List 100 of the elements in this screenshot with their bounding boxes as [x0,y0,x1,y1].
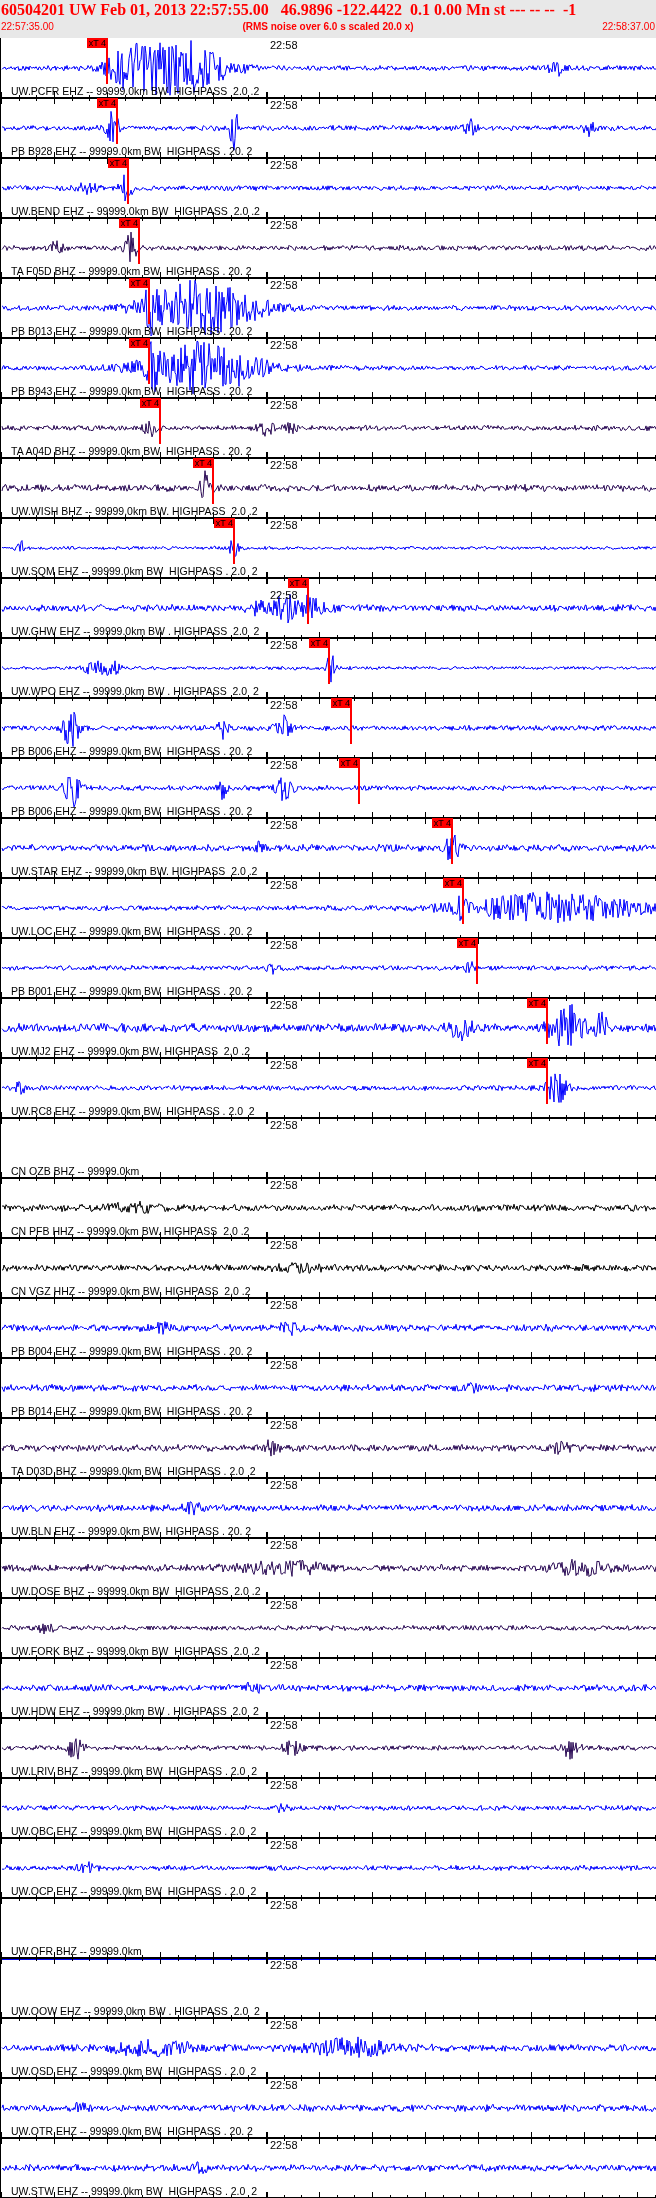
channel-label: PB B004 EHZ -- 99999.0km BW HIGHPASS . 20. 2 [11,1345,253,1357]
channel-label: PB B001 EHZ -- 99999.0km BW HIGHPASS . 20. 2 [11,985,253,997]
pick-line [462,888,464,924]
start-time: 22:57:35.00 [1,20,54,34]
pick-flag[interactable]: xT 4 [456,938,478,948]
pick-line [159,408,161,444]
channel-label: UW.OSD EHZ -- 99999.0km BW HIGHPASS . 2.0 2 [11,2065,257,2077]
channel-label: UW.LOC EHZ -- 99999.0km BW HIGHPASS . 20. 2 [11,925,253,937]
minute-label: 22:58 [270,1839,298,1851]
pick-line [127,168,129,204]
minute-label: 22:58 [270,399,298,411]
pick-line [138,228,140,264]
minute-label: 22:58 [270,589,298,601]
minute-label: 22:58 [270,879,298,891]
minute-label: 22:58 [270,39,298,51]
pick-flag[interactable]: xT 4 [287,578,309,588]
minute-label: 22:58 [270,1059,298,1071]
minute-label: 22:58 [270,99,298,111]
minute-label: 22:58 [270,699,298,711]
pick-flag[interactable]: xT 4 [526,1058,548,1068]
minute-label: 22:58 [270,1179,298,1191]
channel-label: UW.DOSE BHZ -- 99999.0km BW HIGHPASS 2.0 .2 [11,1585,261,1597]
pick-line [212,468,214,504]
channel-label: TA F05D BHZ -- 99999.0km BW HIGHPASS . 20. 2 [11,265,252,277]
channel-label: UW.GHW EHZ -- 99999.0km BW . HIGHPASS 2.0 2 [11,625,260,637]
pick-line [148,288,150,324]
channel-label: TA A04D BHZ -- 99999.0km BW HIGHPASS . 20. 2 [11,445,252,457]
pick-flag[interactable]: xT 4 [128,278,150,288]
scale-note: (RMS noise over 6.0 s scaled 20.0 x) [242,20,414,34]
minute-label: 22:58 [270,1479,298,1491]
minute-label: 22:58 [270,1779,298,1791]
minute-label: 22:58 [270,2079,298,2091]
minute-label: 22:58 [270,1299,298,1311]
pick-flag[interactable]: xT 4 [128,338,150,348]
channel-label: UW.STAR EHZ -- 99999.0km BW. HIGHPASS 2.0 .2 [11,865,258,877]
pick-flag[interactable]: xT 4 [431,818,453,828]
minute-label: 22:58 [270,459,298,471]
minute-label: 22:58 [270,639,298,651]
pick-flag[interactable]: xT 4 [442,878,464,888]
minute-label: 22:58 [270,1419,298,1431]
minute-label: 22:58 [270,1959,298,1971]
pick-line [546,1068,548,1104]
minute-label: 22:58 [270,1539,298,1551]
pick-flag[interactable]: xT 4 [107,158,129,168]
pick-line [106,48,108,84]
channel-label: UW.OOW EHZ -- 99999.0km BW . HIGHPASS 2.0 2 [11,2005,260,2017]
channel-label: UW.BEND EHZ -- 99999.0km BW HIGHPASS 2.0 .2 [11,205,260,217]
channel-label: UW.BLN EHZ -- 99999.0km BW HIGHPASS . 20. 2 [11,1525,252,1537]
pick-flag[interactable]: xT 4 [86,38,108,48]
minute-label: 22:58 [270,819,298,831]
minute-label: 22:58 [270,999,298,1011]
pick-flag[interactable]: xT 4 [139,398,161,408]
minute-label: 22:58 [270,2139,298,2151]
channel-label: UW.OFR BHZ -- 99999.0km [11,1945,142,1957]
minute-label: 22:58 [270,219,298,231]
minute-label: 22:58 [270,759,298,771]
channel-label: PB B928 EHZ -- 99999.0km BW HIGHPASS . 20. 2 [11,145,253,157]
channel-label: UW.OTR EHZ -- 99999.0km BW HIGHPASS . 20. 2 [11,2125,253,2137]
pick-line [233,528,235,564]
minute-label: 22:58 [270,1659,298,1671]
channel-label: PB B014 EHZ -- 99999.0km BW HIGHPASS . 20. 2 [11,1405,253,1417]
minute-label: 22:58 [270,1899,298,1911]
pick-flag[interactable]: xT 4 [118,218,140,228]
channel-label: UW.MJ2 EHZ -- 99999.0km BW. HIGHPASS 2.0 .2 [11,1045,251,1057]
pick-flag[interactable]: xT 4 [308,638,330,648]
pick-line [451,828,453,864]
minute-label: 22:58 [270,279,298,291]
minute-label: 22:58 [270,939,298,951]
channel-label: UW.WISH BHZ -- 99999.0km BW. HIGHPASS 2.0 .2 [11,505,258,517]
minute-label: 22:58 [270,1119,298,1131]
channel-label: UW.OCP EHZ -- 99999.0km BW HIGHPASS . 2.0 2 [11,1885,257,1897]
pick-flag[interactable]: xT 4 [96,98,118,108]
pick-line [116,108,118,144]
minute-label: 22:58 [270,2019,298,2031]
channel-label: UW.WPO EHZ -- 99999.0km BW . HIGHPASS 2.0 2 [11,685,259,697]
minute-label: 22:58 [270,1599,298,1611]
pick-line [148,348,150,384]
minute-label: 22:58 [270,1359,298,1371]
pick-flag[interactable]: xT 4 [338,758,360,768]
channel-label: UW.FORK BHZ -- 99999.0km BW HIGHPASS 2.0 .2 [11,1645,260,1657]
channel-label: PB B006 EHZ -- 99999.0km BW HIGHPASS . 20. 2 [11,805,253,817]
channel-label: TA D03D BHZ -- 99999.0km BW HIGHPASS . 2.0 2 [11,1465,256,1477]
pick-line [328,648,330,684]
pick-flag[interactable]: xT 4 [526,998,548,1008]
minute-label: 22:58 [270,159,298,171]
channel-label: UW.OBC EHZ -- 99999.0km BW HIGHPASS . 2.0 2 [11,1825,257,1837]
pick-flag[interactable]: xT 4 [213,518,235,528]
channel-label: CN OZB BHZ -- 99999.0km [11,1165,140,1177]
minute-label: 22:58 [270,519,298,531]
channel-label: UW.HDW EHZ -- 99999.0km BW . HIGHPASS 2.0 2 [11,1705,259,1717]
pick-line [307,588,309,624]
end-time: 22:58:37.00 [602,20,655,34]
pick-flag[interactable]: xT 4 [192,458,214,468]
pick-flag[interactable]: xT 4 [330,698,352,708]
minute-label: 22:58 [270,1719,298,1731]
pick-line [358,768,360,804]
minute-label: 22:58 [270,1239,298,1251]
pick-line [476,948,478,984]
channel-label: UW.RC8 EHZ -- 99999.0km BW HIGHPASS . 2.0 2 [11,1105,255,1117]
minute-label: 22:58 [270,339,298,351]
